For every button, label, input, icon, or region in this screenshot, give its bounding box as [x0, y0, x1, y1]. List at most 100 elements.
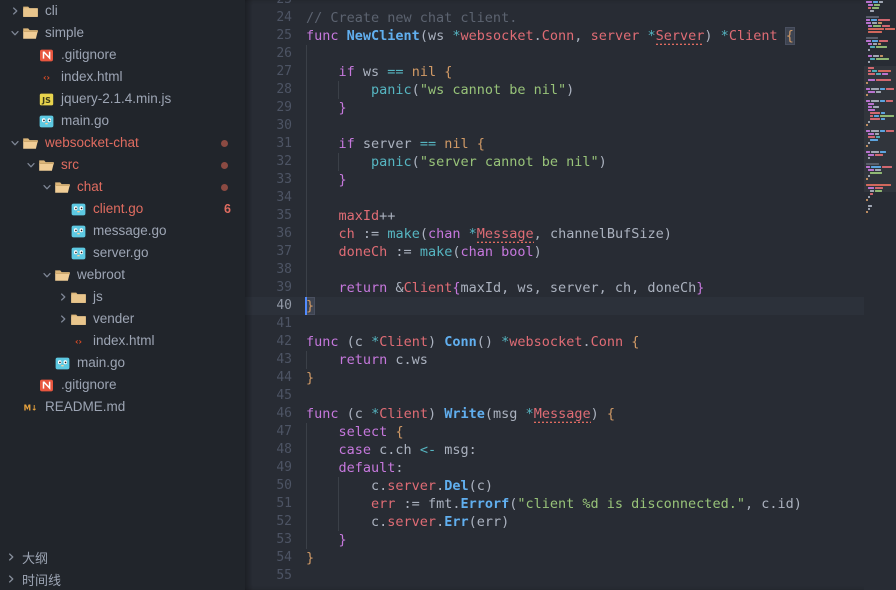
editor-minimap[interactable] [864, 0, 896, 590]
chevron-down-icon[interactable] [40, 264, 54, 286]
code-token: chan [460, 244, 493, 260]
git-icon [38, 377, 55, 394]
code-token: doneCh [338, 244, 396, 260]
code-line[interactable]: 25 func NewClient(ws * websocket.Conn, ser… [245, 27, 896, 47]
code-line[interactable]: 48 case c.ch <- msg: [245, 441, 896, 459]
code-token: nil [411, 64, 437, 80]
tree-item-label: index.html [93, 333, 155, 348]
code-token: , [574, 28, 591, 44]
code-line[interactable]: 36 ch := make(chan *Message, channelBufS… [245, 225, 896, 245]
chevron-right-icon[interactable] [4, 546, 18, 568]
code-line[interactable]: 35 maxId++ [245, 207, 896, 225]
code-token: { [476, 136, 485, 152]
code-line[interactable]: 40} [245, 297, 896, 315]
tree-folder-js[interactable]: js [0, 286, 245, 308]
code-token: } [338, 172, 347, 188]
code-line-text: return &Client{maxId, ws, server, ch, do… [306, 279, 705, 297]
tree-file-message-go[interactable]: message.go [0, 220, 245, 242]
code-line[interactable]: 27 if ws == nil { [245, 63, 896, 81]
code-line[interactable]: 24 // Create new chat client. [245, 9, 896, 27]
tree-folder-cli[interactable]: cli [0, 0, 245, 22]
tree-file-index-html[interactable]: ‹› index.html [0, 330, 245, 352]
tree-file-gitignore[interactable]: .gitignore [0, 374, 245, 396]
code-line[interactable]: 43 return c.ws [245, 351, 896, 369]
code-line[interactable]: 54} [245, 549, 896, 567]
line-number: 48 [276, 442, 292, 457]
code-line[interactable]: 45 [245, 387, 896, 405]
code-line[interactable]: 50 c.server.Del(c) [245, 477, 896, 495]
code-line[interactable]: 23 [245, 0, 896, 9]
code-line[interactable]: 30 [245, 117, 896, 135]
code-editor[interactable]: 2324 // Create new chat client. 25 func New… [245, 0, 896, 590]
tree-file-index-html[interactable]: ‹› index.html [0, 66, 245, 88]
line-number: 45 [276, 388, 292, 403]
code-line[interactable]: 51 err := fmt.Errorf("client %d is disco… [245, 495, 896, 513]
code-line[interactable]: 39 return &Client{maxId, ws, server, ch,… [245, 279, 896, 297]
tree-item-label: main.go [61, 113, 110, 128]
chevron-down-icon[interactable] [8, 22, 22, 44]
code-line[interactable]: 26 [245, 45, 896, 63]
code-line[interactable]: 53 } [245, 531, 896, 549]
tree-file-main-go[interactable]: main.go [0, 110, 245, 132]
line-number: 30 [276, 118, 292, 133]
code-token: <- [419, 442, 437, 458]
tree-item-label: vender [93, 311, 135, 326]
code-token: := [395, 244, 412, 260]
code-line[interactable]: 42 func (c *Client) Conn() *websocket.Con… [245, 333, 896, 351]
code-line[interactable]: 31 if server == nil { [245, 135, 896, 153]
code-line[interactable]: 47 select { [245, 423, 896, 441]
tree-folder-chat[interactable]: chat [0, 176, 245, 198]
code-token: server [590, 28, 648, 44]
code-token: c [354, 334, 372, 350]
code-line[interactable]: 28 panic("ws cannot be nil") [245, 81, 896, 99]
chevron-down-icon[interactable] [24, 154, 38, 176]
code-line-text: } [306, 369, 314, 387]
chevron-right-icon[interactable] [4, 568, 18, 590]
code-token: server [387, 514, 437, 530]
tree-folder-webroot[interactable]: webroot [0, 264, 245, 286]
code-content[interactable]: 2324 // Create new chat client. 25 func New… [245, 0, 896, 585]
code-line[interactable]: 55 [245, 567, 896, 585]
code-line[interactable]: 41 [245, 315, 896, 333]
code-token: Conn [590, 334, 624, 350]
tree-folder-websocket-chat[interactable]: websocket-chat [0, 132, 245, 154]
tree-file-gitignore[interactable]: .gitignore [0, 44, 245, 66]
code-line[interactable]: 38 [245, 261, 896, 279]
chevron-right-icon[interactable] [56, 286, 70, 308]
tree-file-server-go[interactable]: server.go [0, 242, 245, 264]
code-line[interactable]: 33 } [245, 171, 896, 189]
code-line[interactable]: 46 func (c *Client) Write(msg *Message) { [245, 405, 896, 425]
tree-file-main-go[interactable]: main.go [0, 352, 245, 374]
code-token: , [533, 226, 550, 242]
code-line[interactable]: 49 default: [245, 459, 896, 477]
line-number: 47 [276, 424, 292, 439]
code-line[interactable]: 37 doneCh := make(chan bool) [245, 243, 896, 261]
chevron-right-icon[interactable] [8, 0, 22, 22]
chevron-down-icon[interactable] [8, 132, 22, 154]
code-line[interactable]: 34 [245, 189, 896, 207]
chevron-right-icon[interactable] [56, 308, 70, 330]
code-token: make [419, 244, 453, 260]
tree-file-client-go[interactable]: client.go 6 [0, 198, 245, 220]
tree-folder-vender[interactable]: vender [0, 308, 245, 330]
line-number: 33 [276, 172, 292, 187]
sidebar-panel-outline[interactable]: 大纲 [0, 546, 245, 568]
line-number: 51 [276, 496, 292, 511]
code-token: . [436, 478, 445, 494]
code-line[interactable]: 44} [245, 369, 896, 387]
code-line[interactable]: 29 } [245, 99, 896, 117]
code-line[interactable]: 52 c.server.Err(err) [245, 513, 896, 531]
sidebar-panel-timeline[interactable]: 时间线 [0, 568, 245, 590]
modified-indicator-dot [221, 162, 228, 169]
tree-folder-src[interactable]: src [0, 154, 245, 176]
tree-file-jquery-2-1-4-min-js[interactable]: JS jquery-2.1.4.min.js [0, 88, 245, 110]
tree-folder-simple[interactable]: simple [0, 22, 245, 44]
code-token: if [338, 136, 355, 152]
tree-item-label: chat [77, 179, 103, 194]
tree-file-readme-md[interactable]: M↓ README.md [0, 396, 245, 418]
chevron-down-icon[interactable] [40, 176, 54, 198]
code-line[interactable]: 32 panic("server cannot be nil") [245, 153, 896, 171]
